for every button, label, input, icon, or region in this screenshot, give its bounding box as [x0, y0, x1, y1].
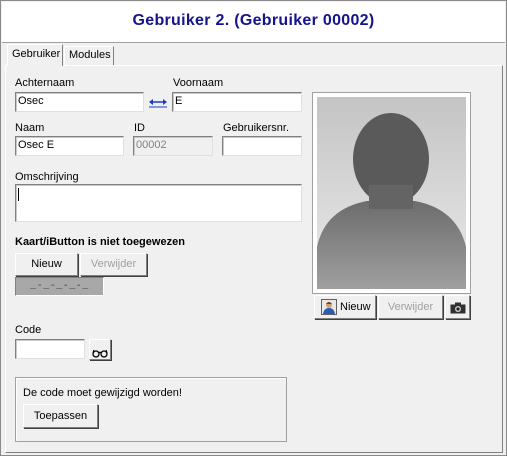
tab-gebruiker[interactable]: Gebruiker	[7, 44, 63, 66]
user-dialog: Gebruiker 2. (Gebruiker 00002) Gebruiker…	[0, 0, 507, 456]
card-number-display: _-_-_-_-_	[15, 277, 104, 296]
achternaam-label: Achternaam	[15, 77, 75, 89]
header-divider	[2, 42, 505, 43]
gebruikersnr-field[interactable]	[222, 136, 302, 156]
photo-capture-button[interactable]	[445, 295, 470, 319]
omschrijving-field[interactable]	[15, 184, 302, 222]
photo-new-button[interactable]: Nieuw	[314, 295, 376, 319]
naam-label: Naam	[15, 122, 45, 134]
user-photo-placeholder[interactable]	[317, 97, 466, 289]
camera-icon	[450, 301, 466, 322]
code-notice-text: De code moet gewijzigd worden!	[23, 387, 182, 399]
swap-names-icon[interactable]	[147, 95, 169, 109]
dialog-title: Gebruiker 2. (Gebruiker 00002)	[132, 12, 375, 29]
show-code-button[interactable]	[89, 339, 111, 360]
user-photo-icon	[321, 299, 337, 323]
id-label: ID	[134, 122, 145, 134]
achternaam-field[interactable]: Osec	[15, 92, 144, 112]
apply-button[interactable]: Toepassen	[23, 404, 98, 428]
voornaam-label: Voornaam	[173, 77, 224, 89]
photo-frame	[312, 92, 471, 294]
naam-field[interactable]: Osec E	[15, 136, 124, 156]
text-cursor	[18, 188, 19, 201]
id-field: 00002	[133, 136, 213, 156]
photo-new-label: Nieuw	[340, 301, 371, 313]
glasses-icon	[92, 345, 108, 366]
dialog-header: Gebruiker 2. (Gebruiker 00002)	[2, 2, 505, 42]
code-field[interactable]	[15, 339, 85, 359]
card-delete-button[interactable]: Verwijder	[80, 253, 147, 276]
code-label: Code	[15, 324, 42, 336]
omschrijving-label: Omschrijving	[15, 171, 79, 183]
card-new-button[interactable]: Nieuw	[15, 253, 78, 276]
voornaam-field[interactable]: E	[172, 92, 302, 112]
card-status-text: Kaart/iButton is niet toegewezen	[15, 236, 185, 248]
tab-modules[interactable]: Modules	[64, 46, 114, 65]
gebruikersnr-label: Gebruikersnr.	[223, 122, 290, 134]
photo-delete-button[interactable]: Verwijder	[378, 295, 443, 319]
